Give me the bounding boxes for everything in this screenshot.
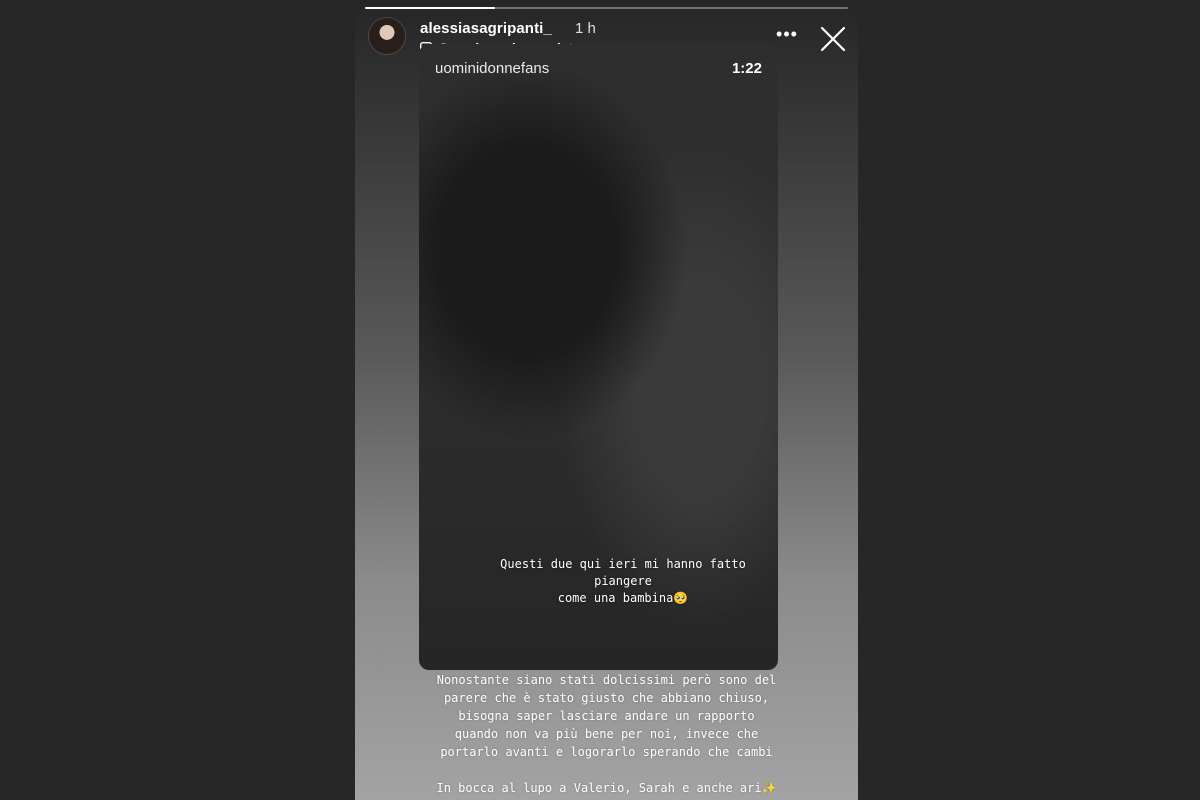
story-message-line: quando non va più bene per noi, invece c… bbox=[454, 727, 759, 741]
more-options-button[interactable]: ••• bbox=[773, 24, 801, 44]
story-viewer[interactable]: alessiasagripanti_ 1 h Guarda reel compl… bbox=[355, 0, 858, 800]
reel-author[interactable]: uominidonnefans bbox=[435, 60, 549, 77]
story-message-line: bisogna saper lasciare andare un rapport… bbox=[458, 709, 755, 723]
story-progress-fill bbox=[365, 7, 496, 9]
story-message: Nonostante siano stati dolcissimi però s… bbox=[355, 671, 858, 797]
timestamp: 1 h bbox=[575, 20, 596, 37]
shared-reel-card[interactable]: uominidonnefans 1:22 Questi due qui ieri… bbox=[419, 44, 778, 670]
reel-caption: Questi due qui ieri mi hanno fatto piang… bbox=[473, 556, 773, 607]
reel-duration: 1:22 bbox=[731, 60, 762, 77]
story-message-line: portarlo avanti e logorarlo sperando che… bbox=[440, 745, 773, 759]
reel-caption-line: come una bambina🥺 bbox=[557, 591, 689, 605]
story-message-line: parere che è stato giusto che abbiano ch… bbox=[443, 691, 770, 705]
reel-caption-line: Questi due qui ieri mi hanno fatto piang… bbox=[500, 557, 746, 588]
story-progress-bar bbox=[365, 7, 848, 9]
avatar[interactable] bbox=[369, 18, 405, 54]
story-message-line: Nonostante siano stati dolcissimi però s… bbox=[436, 673, 777, 687]
username[interactable]: alessiasagripanti_ bbox=[420, 20, 552, 37]
close-icon[interactable] bbox=[818, 24, 848, 54]
story-message-spacer bbox=[355, 761, 858, 779]
story-message-line: In bocca al lupo a Valerio, Sarah e anch… bbox=[436, 781, 777, 795]
